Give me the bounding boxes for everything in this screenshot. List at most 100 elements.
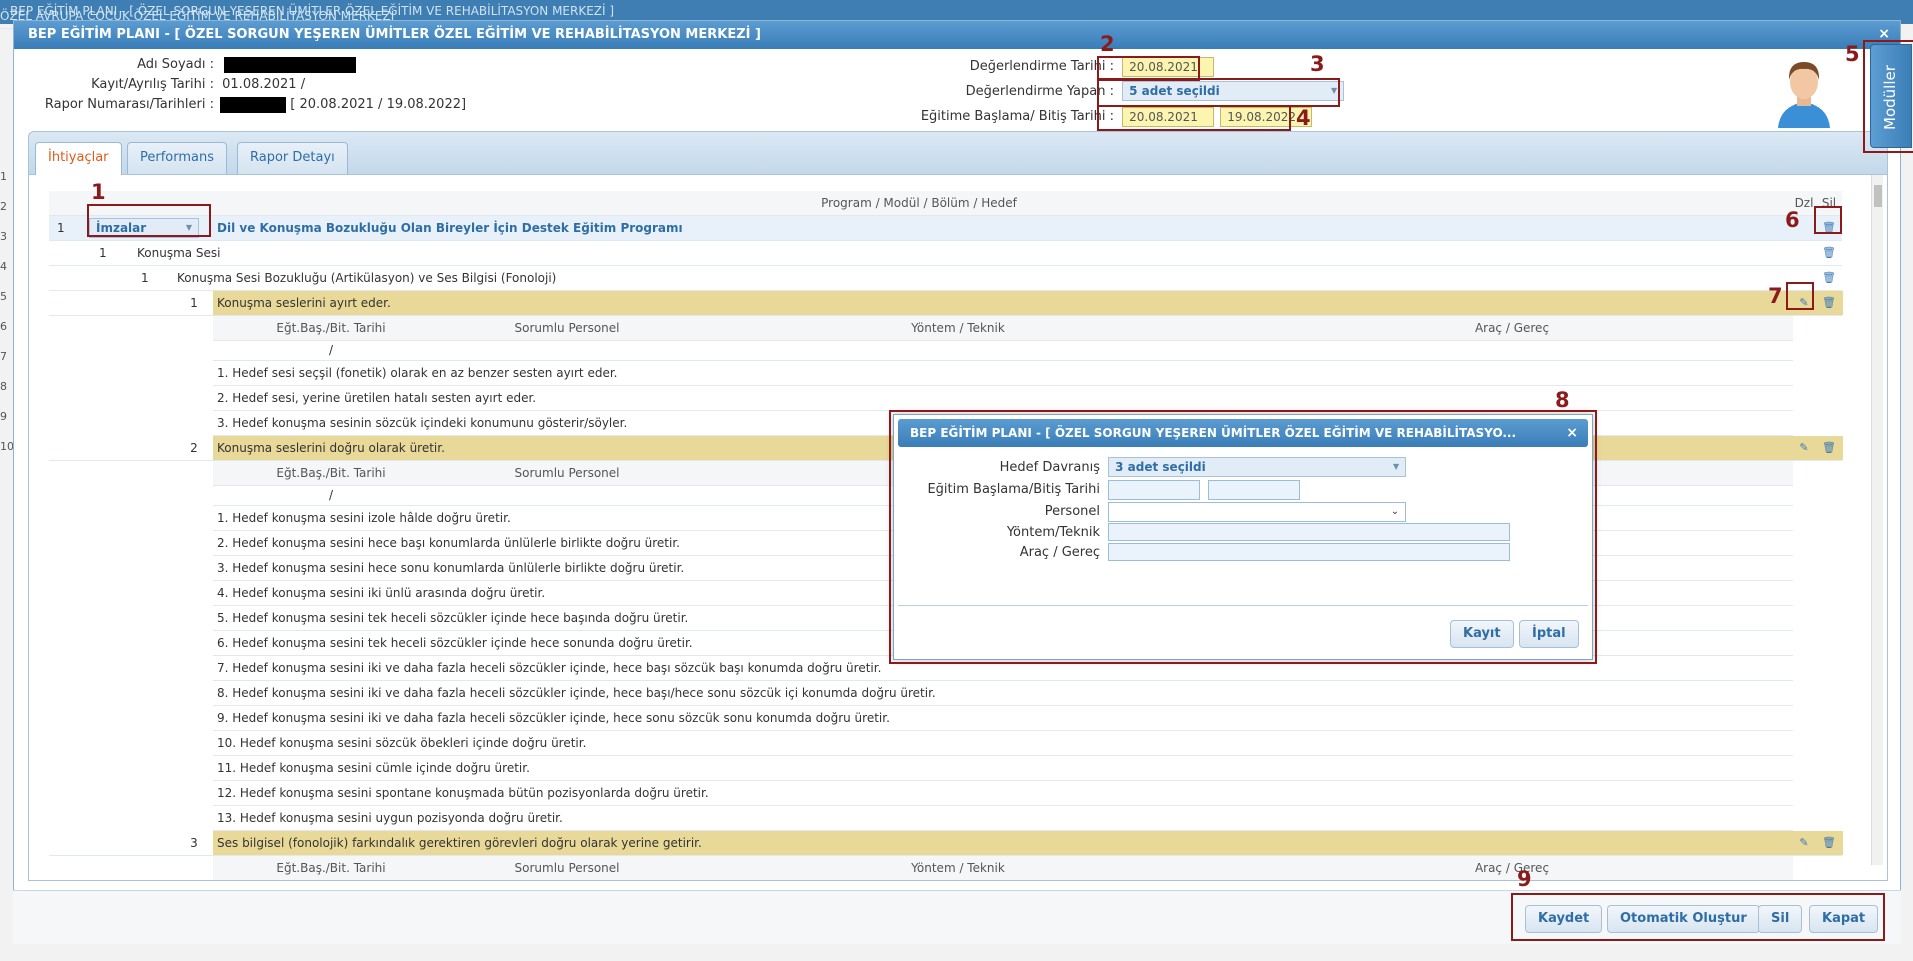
deg-tarih-label: Değerlendirme Tarihi : xyxy=(969,59,1114,74)
annotation-number-3: 3 xyxy=(1310,52,1325,76)
background-row-number: 4 xyxy=(0,260,7,273)
goal-item-text: 1. Hedef sesi seçşil (fonetik) olarak en… xyxy=(217,366,618,380)
rapor-row: Rapor Numarası/Tarihleri : [ 20.08.2021 … xyxy=(14,95,466,115)
goal-item-text: 9. Hedef konuşma sesini iki ve daha fazl… xyxy=(217,711,890,725)
background-row-number: 1 xyxy=(0,170,7,183)
trash-icon[interactable]: 🗑 xyxy=(1819,436,1839,460)
subheader-personel: Sorumlu Personel xyxy=(514,861,620,875)
goal-item: 1. Hedef sesi seçşil (fonetik) olarak en… xyxy=(213,361,1793,386)
goal-item: 13. Hedef konuşma sesini uygun pozisyond… xyxy=(213,806,1793,831)
pencil-icon[interactable]: ✎ xyxy=(1794,436,1814,460)
annotation-box-4 xyxy=(1097,105,1291,131)
deg-yapan-label: Değerlendirme Yapan : xyxy=(965,84,1114,99)
trash-icon[interactable]: 🗑 xyxy=(1819,241,1839,265)
goal-item-text: 11. Hedef konuşma sesini cümle içinde do… xyxy=(217,761,530,775)
annotation-number-4: 4 xyxy=(1296,106,1311,130)
rapor-label: Rapor Numarası/Tarihleri : xyxy=(44,97,214,112)
goal-item-text: 12. Hedef konuşma sesini spontane konuşm… xyxy=(217,786,709,800)
annotation-number-6: 6 xyxy=(1785,208,1800,232)
tab-rapor-detayi[interactable]: Rapor Detayı xyxy=(237,142,348,174)
name-label: Adı Soyadı : xyxy=(137,57,214,72)
annotation-number-5: 5 xyxy=(1845,42,1860,66)
grid-header-main: Program / Modül / Bölüm / Hedef xyxy=(821,196,1017,210)
goal-item-text: 5. Hedef konuşma sesini tek heceli sözcü… xyxy=(217,611,689,625)
window-title: BEP EĞİTİM PLANI - [ ÖZEL SORGUN YEŞEREN… xyxy=(28,27,761,42)
goal-no: 3 xyxy=(190,836,198,850)
background-row-number: 5 xyxy=(0,290,7,303)
goal-no: 1 xyxy=(190,296,198,310)
annotation-box-1 xyxy=(87,204,211,237)
goal-item-text: 4. Hedef konuşma sesini iki ünlü arasınd… xyxy=(217,586,546,600)
name-row: Adı Soyadı : xyxy=(14,55,357,75)
goal-subheader-row: Eğt.Baş./Bit. Tarihi Sorumlu Personel Yö… xyxy=(213,316,1793,341)
annotation-box-9 xyxy=(1511,893,1885,941)
goal-subheader-row: Eğt.Baş./Bit. Tarihi Sorumlu Personel Yö… xyxy=(213,856,1793,880)
trash-icon[interactable]: 🗑 xyxy=(1819,831,1839,855)
goal-detail-row: / xyxy=(213,341,1793,361)
tab-ihtiyaclar[interactable]: İhtiyaçlar xyxy=(35,142,122,176)
subheader-tarih: Eğt.Baş./Bit. Tarihi xyxy=(276,321,386,335)
goal-item-text: 3. Hedef konuşma sesini hece sonu konuml… xyxy=(217,561,685,575)
goal-no: 2 xyxy=(190,441,198,455)
goal-text: Ses bilgisel (fonolojik) farkındalık ger… xyxy=(213,831,1843,855)
subheader-yontem: Yöntem / Teknik xyxy=(911,321,1005,335)
modul-no: 1 xyxy=(99,246,107,260)
annotation-box-3 xyxy=(1097,78,1340,107)
subheader-arac: Araç / Gereç xyxy=(1474,321,1550,335)
annotation-box-6 xyxy=(1814,206,1842,234)
background-row-number: 8 xyxy=(0,380,7,393)
redacted-report-number xyxy=(220,96,287,113)
subheader-arac: Araç / Gereç xyxy=(1474,861,1550,875)
kayit-value: 01.08.2021 / xyxy=(222,77,306,92)
modul-row: 1 Konuşma Sesi 🗑 xyxy=(49,241,1842,266)
bolum-row: 1 Konuşma Sesi Bozukluğu (Artikülasyon) … xyxy=(49,266,1842,291)
background-row-number: 2 xyxy=(0,200,7,213)
tab-performans[interactable]: Performans xyxy=(127,142,228,174)
goal-item-text: 10. Hedef konuşma sesini sözcük öbekleri… xyxy=(217,736,587,750)
trash-icon[interactable]: 🗑 xyxy=(1819,266,1839,290)
background-row-number: 3 xyxy=(0,230,7,243)
annotation-number-8: 8 xyxy=(1555,388,1570,412)
kayit-row: Kayıt/Ayrılış Tarihi : 01.08.2021 / xyxy=(14,75,305,95)
goal-item: 9. Hedef konuşma sesini iki ve daha fazl… xyxy=(213,706,1793,731)
goal-item: 11. Hedef konuşma sesini cümle içinde do… xyxy=(213,756,1793,781)
subheader-personel: Sorumlu Personel xyxy=(514,466,620,480)
goal-item-text: 7. Hedef konuşma sesini iki ve daha fazl… xyxy=(217,661,882,675)
rapor-value: [ 20.08.2021 / 19.08.2022] xyxy=(290,97,467,112)
goal-row: 1 Konuşma seslerini ayırt eder. ✎ 🗑 xyxy=(49,291,1843,316)
annotation-number-1: 1 xyxy=(91,180,106,204)
goal-item-text: 1. Hedef konuşma sesini izole hâlde doğr… xyxy=(217,511,511,525)
annotation-box-5 xyxy=(1863,40,1913,153)
redacted-name xyxy=(224,56,357,73)
goal-item-text: 13. Hedef konuşma sesini uygun pozisyond… xyxy=(217,811,563,825)
background-row-number: 10 xyxy=(0,440,14,453)
pencil-icon[interactable]: ✎ xyxy=(1794,831,1814,855)
goal-item-text: 2. Hedef sesi, yerine üretilen hatalı se… xyxy=(217,391,537,405)
goal-text: Konuşma seslerini ayırt eder. xyxy=(213,291,1843,315)
background-row-number: 6 xyxy=(0,320,7,333)
goal-item-text: 6. Hedef konuşma sesini tek heceli sözcü… xyxy=(217,636,693,650)
background-row-number: 7 xyxy=(0,350,7,363)
background-row-numbers: 1 2 3 4 5 6 7 8 9 10 xyxy=(0,170,14,470)
kayit-label: Kayıt/Ayrılış Tarihi : xyxy=(91,77,214,92)
goal-item: 10. Hedef konuşma sesini sözcük öbekleri… xyxy=(213,731,1793,756)
program-no: 1 xyxy=(57,221,65,235)
background-row-number: 9 xyxy=(0,410,7,423)
grid-scrollbar[interactable] xyxy=(1871,175,1883,865)
tab-bar: İhtiyaçlar Performans Rapor Detayı xyxy=(28,131,1888,176)
subheader-personel: Sorumlu Personel xyxy=(514,321,620,335)
program-row: 1 İmzalar ▼ Dil ve Konuşma Bozukluğu Olan… xyxy=(49,216,1842,241)
annotation-number-9: 9 xyxy=(1517,867,1532,891)
subheader-yontem: Yöntem / Teknik xyxy=(911,861,1005,875)
subheader-tarih: Eğt.Baş./Bit. Tarihi xyxy=(276,861,386,875)
window-title-bar: BEP EĞİTİM PLANI - [ ÖZEL SORGUN YEŞEREN… xyxy=(14,21,1900,49)
bolum-name: Konuşma Sesi Bozukluğu (Artikülasyon) ve… xyxy=(177,271,557,285)
trash-icon[interactable]: 🗑 xyxy=(1819,291,1839,315)
user-avatar-icon xyxy=(1778,62,1830,128)
bolum-no: 1 xyxy=(141,271,149,285)
goal-row: 3 Ses bilgisel (fonolojik) farkındalık g… xyxy=(49,831,1843,856)
goal-item-text: 2. Hedef konuşma sesini hece başı konuml… xyxy=(217,536,680,550)
scrollbar-thumb[interactable] xyxy=(1874,185,1882,207)
subheader-tarih: Eğt.Baş./Bit. Tarihi xyxy=(276,466,386,480)
annotation-box-7 xyxy=(1786,282,1814,310)
